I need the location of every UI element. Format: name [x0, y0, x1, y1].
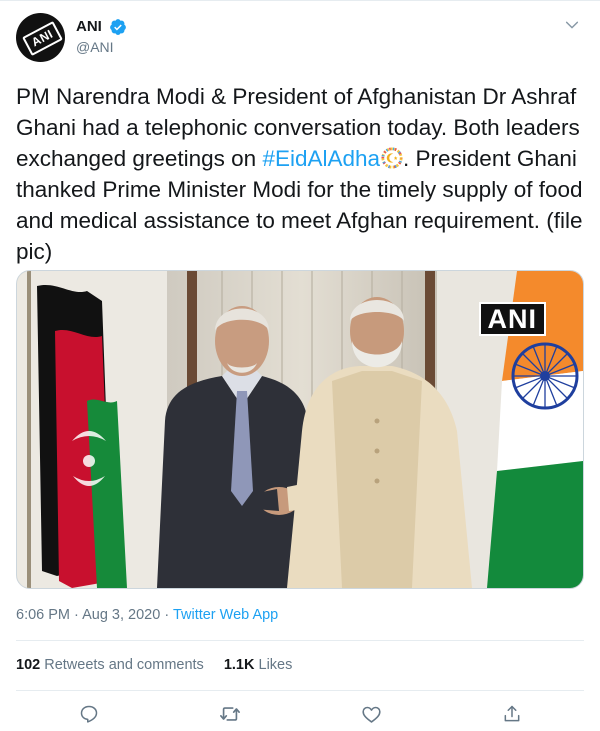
tweet-header: ANI ANI @ANI — [16, 13, 584, 65]
like-button[interactable] — [358, 701, 384, 727]
ani-logo-text: ANI — [29, 26, 56, 50]
ani-logo: ANI — [22, 21, 63, 56]
crescent-moon-star-emoji-icon — [381, 147, 403, 169]
reply-button[interactable] — [76, 701, 102, 727]
retweets-count: 102 — [16, 657, 41, 673]
likes-label: Likes — [258, 657, 293, 673]
tweet-card: ANI ANI @ANI PM Narendra Modi & Presiden… — [0, 0, 600, 731]
divider-bottom — [16, 690, 584, 691]
divider-top — [16, 640, 584, 641]
tweet-metadata: 6:06 PM · Aug 3, 2020 · Twitter Web App — [16, 605, 278, 625]
likes-stat[interactable]: 1.1K Likes — [224, 655, 293, 675]
author-display-name[interactable]: ANI — [76, 17, 102, 36]
meta-separator: · — [70, 607, 83, 623]
tweet-date[interactable]: Aug 3, 2020 — [82, 607, 160, 623]
avatar[interactable]: ANI — [16, 13, 65, 62]
author-names: ANI @ANI — [76, 17, 127, 57]
retweet-icon — [220, 707, 240, 721]
ani-watermark: ANI — [478, 302, 546, 336]
reply-icon — [80, 705, 98, 723]
retweets-stat[interactable]: 102 Retweets and comments — [16, 655, 204, 675]
tweet-source-link[interactable]: Twitter Web App — [173, 607, 278, 623]
retweets-label: Retweets and comments — [44, 657, 204, 673]
author-handle[interactable]: @ANI — [76, 37, 127, 57]
heart-icon — [361, 706, 381, 723]
tweet-photo[interactable]: ANI — [16, 270, 584, 589]
meta-separator-2: · — [160, 607, 173, 623]
share-icon — [504, 705, 520, 722]
likes-count: 1.1K — [223, 657, 255, 673]
share-button[interactable] — [499, 701, 525, 727]
retweet-button[interactable] — [217, 701, 243, 727]
tweet-actions — [16, 698, 584, 730]
tweet-text: PM Narendra Modi & President of Afghanis… — [16, 81, 584, 267]
more-options-button[interactable] — [560, 13, 584, 37]
hashtag-link[interactable]: #EidAlAdha — [262, 146, 380, 171]
tweet-time[interactable]: 6:06 PM — [16, 607, 70, 623]
tweet-stats: 102 Retweets and comments 1.1K Likes — [16, 655, 308, 675]
verified-badge-icon — [110, 18, 127, 35]
chevron-down-icon — [565, 21, 579, 29]
